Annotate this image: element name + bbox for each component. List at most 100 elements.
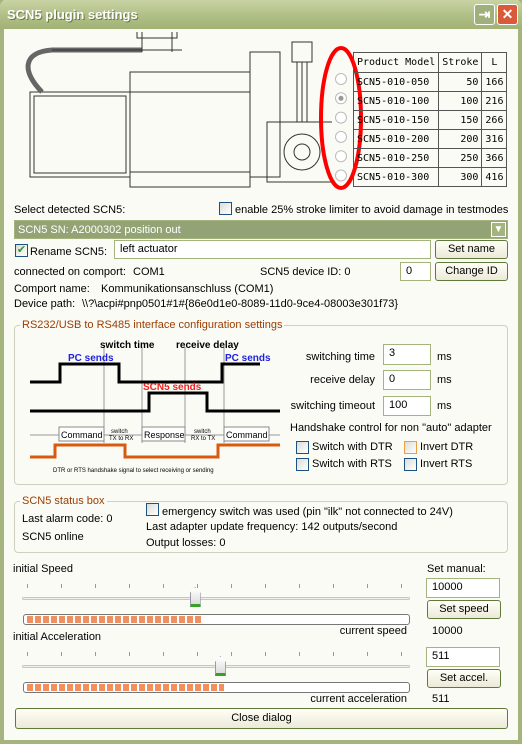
slider-tick (61, 584, 62, 588)
product-radio[interactable] (335, 73, 347, 85)
interface-legend: RS232/USB to RS485 interface configurati… (20, 319, 285, 331)
device-dropdown[interactable]: SCN5 SN: A2000302 position out ▼ (14, 220, 508, 239)
table-header: Stroke (438, 52, 483, 73)
pc-sends-label: PC sends (68, 353, 114, 364)
table-cell: SCN5-010-200 (352, 129, 440, 149)
product-radio[interactable] (335, 150, 347, 163)
table-cell: 266 (481, 110, 508, 130)
slider-tick (401, 584, 402, 588)
device-id-label: SCN5 device ID: 0 (260, 266, 351, 278)
change-id-button[interactable]: Change ID (435, 262, 508, 281)
table-cell: 300 (438, 167, 483, 187)
switch-label-2: switch (194, 429, 211, 435)
current-accel-value: 511 (432, 693, 450, 705)
table-cell: SCN5-010-300 (352, 167, 440, 187)
accel-progress (23, 682, 410, 693)
comport-value: COM1 (133, 266, 165, 278)
table-cell: 200 (438, 129, 483, 149)
switching-time-input[interactable]: 3 (383, 344, 431, 365)
table-cell: 50 (438, 72, 483, 92)
slider-tick (367, 652, 368, 656)
table-cell: SCN5-010-050 (352, 72, 440, 92)
table-cell: SCN5-010-100 (352, 91, 440, 111)
receive-delay-label: receive delay (310, 374, 375, 386)
accel-input[interactable]: 511 (426, 647, 500, 667)
slider-tick (231, 652, 232, 656)
slider-tick (265, 652, 266, 656)
table-header: Product Model (352, 52, 440, 73)
scn5-signal-line (30, 391, 280, 413)
table-row: SCN5-010-300 300 416 (352, 167, 508, 187)
device-dropdown-value: SCN5 SN: A2000302 position out (18, 224, 181, 236)
stroke-limiter-label: enable 25% stroke limiter to avoid damag… (235, 204, 509, 216)
set-name-button[interactable]: Set name (435, 240, 508, 259)
slider-tick (197, 584, 198, 588)
switch-time-label: switch time (100, 340, 155, 351)
ms-unit-2: ms (437, 374, 452, 386)
rename-label: Rename SCN5: (30, 246, 108, 258)
slider-tick (163, 652, 164, 656)
command-label: Command (61, 430, 103, 440)
comport-name-value: Kommunikationsanschluss (COM1) (101, 283, 274, 295)
stroke-limiter-checkbox[interactable] (219, 202, 232, 215)
comport-label: connected on comport: (14, 266, 126, 278)
product-radio[interactable] (335, 111, 347, 124)
emergency-checkbox[interactable] (146, 503, 159, 516)
switching-time-label: switching time (305, 351, 375, 363)
comport-name-label: Comport name: (14, 283, 90, 295)
slider-tick (299, 652, 300, 656)
accel-label: initial Acceleration (13, 631, 102, 643)
slider-tick (95, 652, 96, 656)
table-header: L (481, 52, 508, 73)
table-cell: 366 (481, 148, 508, 168)
close-dialog-button[interactable]: Close dialog (15, 708, 508, 729)
table-row: SCN5-010-150 150 266 (352, 110, 508, 130)
switching-timeout-label: switching timeout (290, 400, 375, 412)
radio-dot (338, 95, 344, 101)
invert-rts-label: Invert RTS (420, 458, 473, 470)
slider-tick (333, 652, 334, 656)
window-title: SCN5 plugin settings (7, 7, 138, 22)
pc-signal-line (30, 362, 260, 384)
scn5-sends-label: SCN5 sends (143, 382, 202, 393)
receive-delay-input[interactable]: 0 (383, 370, 431, 390)
handshake-caption: DTR or RTS handshake signal to select re… (53, 468, 214, 474)
device-id-input[interactable]: 0 (400, 262, 431, 281)
pc-sends-label-2: PC sends (225, 353, 271, 364)
invert-rts-checkbox[interactable] (404, 458, 417, 471)
switch-dtr-label: Switch with DTR (312, 441, 393, 453)
close-icon[interactable]: ✕ (497, 4, 518, 25)
speed-input[interactable]: 10000 (426, 578, 500, 598)
set-accel-button[interactable]: Set accel. (427, 669, 501, 688)
rename-checkbox[interactable]: ✔ (15, 244, 28, 257)
chevron-down-icon[interactable]: ▼ (491, 222, 506, 237)
command-label-2: Command (226, 430, 268, 440)
device-path-value: \\?\acpi#pnp0501#1#{86e0d1e0-8089-11d0-9… (82, 298, 399, 310)
response-label: Response (144, 430, 185, 440)
product-radio[interactable] (335, 169, 347, 182)
slider-tick (27, 652, 28, 656)
ms-unit-3: ms (437, 400, 452, 412)
restore-icon[interactable]: ⇥ (474, 4, 495, 25)
table-row: SCN5-010-050 50 166 (352, 72, 508, 92)
switch-dtr-checkbox[interactable] (296, 441, 309, 454)
slider-tick (299, 584, 300, 588)
current-speed-label: current speed (339, 625, 407, 637)
set-speed-button[interactable]: Set speed (427, 600, 501, 619)
switch-rts-checkbox[interactable] (296, 458, 309, 471)
name-input[interactable]: left actuator (114, 240, 431, 259)
table-cell: 150 (438, 110, 483, 130)
slider-tick (367, 584, 368, 588)
product-radio[interactable] (335, 130, 347, 143)
table-cell: SCN5-010-250 (352, 148, 440, 168)
invert-dtr-checkbox[interactable] (404, 441, 417, 454)
slider-tick (163, 584, 164, 588)
table-cell: SCN5-010-150 (352, 110, 440, 130)
table-cell: 416 (481, 167, 508, 187)
switch-label: switch (111, 429, 128, 435)
slider-tick (265, 584, 266, 588)
switching-timeout-input[interactable]: 100 (383, 396, 431, 416)
speed-slider-track[interactable] (22, 597, 410, 600)
slider-tick (333, 584, 334, 588)
table-row: SCN5-010-200 200 316 (352, 129, 508, 149)
